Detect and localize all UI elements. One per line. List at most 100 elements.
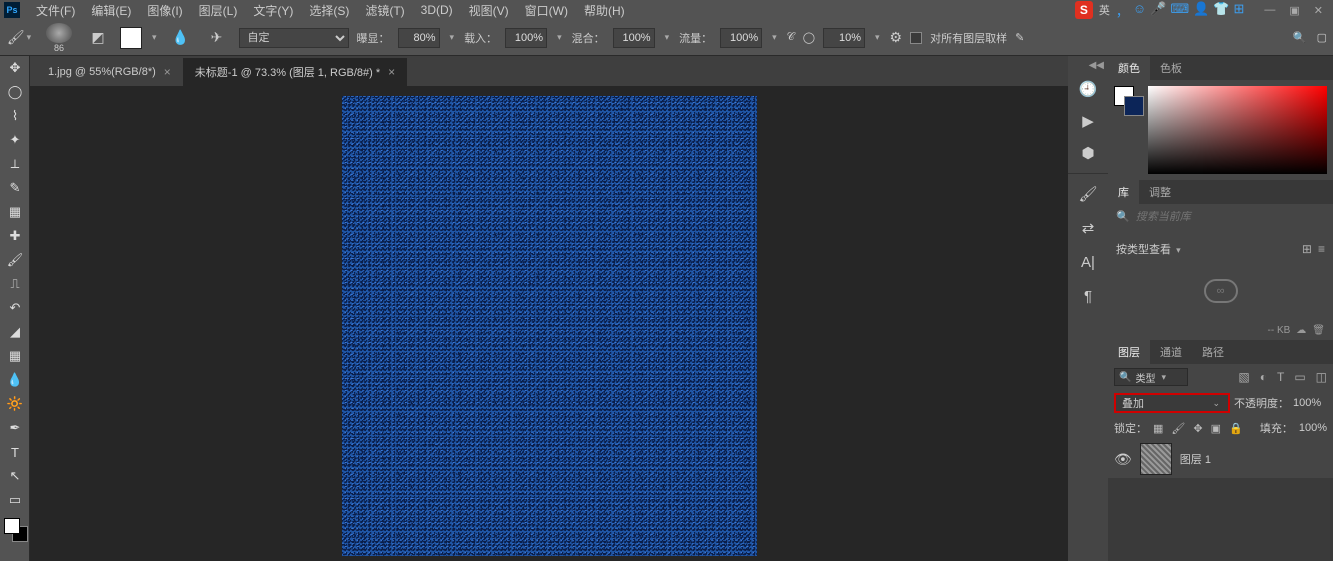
shape-tool[interactable]: ▭ (0, 488, 30, 512)
fg-bg-swatches[interactable] (0, 516, 30, 544)
canvas-viewport[interactable] (30, 86, 1068, 561)
pen-tool[interactable]: ✒ (0, 416, 30, 440)
gradient-tool[interactable]: ▦ (0, 344, 30, 368)
lock-all-icon[interactable]: 🔒 (1229, 422, 1243, 435)
history-panel-icon[interactable]: 🕘 (1073, 75, 1103, 103)
preset-select[interactable]: 自定 (239, 28, 349, 48)
magic-wand-tool[interactable]: ✦ (0, 128, 30, 152)
tablet-pressure-icon[interactable]: ◯ (803, 31, 815, 44)
tab-layers[interactable]: 图层 (1108, 340, 1150, 364)
canvas[interactable] (342, 96, 757, 556)
foreground-color[interactable] (4, 518, 20, 534)
gear-icon[interactable]: ⚙ (890, 29, 903, 46)
lock-brush-icon[interactable]: 🖌 (1171, 422, 1185, 435)
close-icon[interactable]: × (164, 65, 171, 79)
lock-position-icon[interactable]: ✥ (1193, 422, 1202, 435)
minimize-button[interactable]: — (1264, 4, 1275, 17)
crop-tool[interactable]: ⟂ (0, 152, 30, 176)
brushes-panel-icon[interactable]: 🖌 (1073, 180, 1103, 208)
ime-keyboard-icon[interactable]: ⌨ (1170, 1, 1189, 20)
tab-swatches[interactable]: 色板 (1150, 56, 1192, 80)
menu-3d[interactable]: 3D(D) (413, 3, 461, 17)
brush-tool[interactable]: 🖌 (0, 248, 30, 272)
blur-tool[interactable]: 💧 (0, 368, 30, 392)
layer-name[interactable]: 图层 1 (1180, 451, 1211, 467)
menu-image[interactable]: 图像(I) (139, 2, 190, 19)
eraser-tool[interactable]: ◢ (0, 320, 30, 344)
menu-layer[interactable]: 图层(L) (191, 2, 246, 19)
exposure-input[interactable] (398, 28, 440, 48)
filter-pixel-icon[interactable]: ▧ (1238, 370, 1249, 384)
frame-tool[interactable]: ▦ (0, 200, 30, 224)
spot-heal-tool[interactable]: ✚ (0, 224, 30, 248)
grid-view-icon[interactable]: ⊞ (1302, 242, 1312, 256)
color-field[interactable] (1148, 86, 1327, 174)
tab-color[interactable]: 颜色 (1108, 56, 1150, 80)
layer-thumbnail[interactable] (1140, 443, 1172, 475)
airbrush-icon[interactable]: 𝒞 (787, 31, 795, 44)
menu-file[interactable]: 文件(F) (28, 2, 83, 19)
layer-row[interactable]: 👁 图层 1 (1108, 440, 1333, 478)
color-bg[interactable] (1124, 96, 1144, 116)
filter-smart-icon[interactable]: ◫ (1316, 370, 1327, 384)
move-tool[interactable]: ✥ (0, 56, 30, 80)
wet-brush-icon[interactable]: 💧 (167, 24, 195, 52)
eyedropper-tool[interactable]: ✎ (0, 176, 30, 200)
tab-adjustments[interactable]: 调整 (1139, 180, 1181, 204)
smoothing-input[interactable] (823, 28, 865, 48)
frame-icon[interactable]: ▢ (1317, 31, 1327, 44)
close-icon[interactable]: × (388, 65, 395, 79)
ime-grid-icon[interactable]: ⊞ (1233, 1, 1244, 20)
tablet-size-icon[interactable]: ✎ (1015, 31, 1024, 44)
brush-preset-picker[interactable]: 86 (42, 23, 76, 53)
brush-settings-icon[interactable]: ⇄ (1073, 214, 1103, 242)
sample-all-checkbox[interactable] (910, 32, 922, 44)
ime-smile-icon[interactable]: ☺ (1133, 1, 1146, 20)
flow-input[interactable] (720, 28, 762, 48)
doc-tab-2[interactable]: 未标题-1 @ 73.3% (图层 1, RGB/8#) * × (183, 58, 407, 86)
lock-artboard-icon[interactable]: ▣ (1211, 422, 1221, 435)
marquee-tool[interactable]: ◯ (0, 80, 30, 104)
character-panel-icon[interactable]: A| (1073, 248, 1103, 276)
filter-type-icon[interactable]: T (1277, 370, 1284, 384)
play-panel-icon[interactable]: ▶ (1073, 107, 1103, 135)
clone-stamp-tool[interactable]: ⎍ (0, 272, 30, 296)
load-input[interactable] (505, 28, 547, 48)
menu-select[interactable]: 选择(S) (301, 2, 357, 19)
ime-mic-icon[interactable]: 🎤 (1150, 1, 1166, 20)
maximize-button[interactable]: ▣ (1289, 4, 1299, 17)
path-select-tool[interactable]: ↖ (0, 464, 30, 488)
color-fg-bg[interactable] (1114, 86, 1142, 114)
ime-sogou-icon[interactable]: S (1075, 1, 1093, 19)
visibility-toggle[interactable]: 👁 (1114, 451, 1132, 468)
history-brush-tool[interactable]: ↶ (0, 296, 30, 320)
filter-adjust-icon[interactable]: ◐ (1260, 370, 1267, 384)
type-tool[interactable]: T (0, 440, 30, 464)
filter-shape-icon[interactable]: ▭ (1294, 370, 1305, 384)
menu-view[interactable]: 视图(V) (461, 2, 517, 19)
ime-user-icon[interactable]: 👤 (1193, 1, 1209, 20)
brush-panel-toggle[interactable]: ◩ (84, 24, 112, 52)
cloud-icon[interactable]: ☁ (1296, 325, 1306, 336)
blend-input[interactable] (613, 28, 655, 48)
tab-paths[interactable]: 路径 (1192, 340, 1234, 364)
ime-shirt-icon[interactable]: 👕 (1213, 1, 1229, 20)
library-search-input[interactable] (1136, 211, 1325, 223)
current-tool-icon[interactable]: 🖌▾ (6, 24, 34, 52)
lock-pixels-icon[interactable]: ▦ (1153, 422, 1163, 435)
list-view-icon[interactable]: ≡ (1318, 242, 1325, 256)
blend-mode-select[interactable]: 叠加 ⌄ (1114, 393, 1230, 413)
menu-edit[interactable]: 编辑(E) (83, 2, 139, 19)
chevron-down-icon[interactable]: ▾ (150, 32, 159, 43)
opacity-value[interactable]: 100% (1293, 397, 1321, 409)
menu-window[interactable]: 窗口(W) (517, 2, 576, 19)
lasso-tool[interactable]: ⌇ (0, 104, 30, 128)
trash-icon[interactable]: 🗑 (1312, 325, 1325, 336)
doc-tab-1[interactable]: 1.jpg @ 55%(RGB/8*) × (36, 58, 183, 86)
menu-help[interactable]: 帮助(H) (576, 2, 633, 19)
search-icon[interactable]: 🔍 (1293, 31, 1307, 44)
fill-value[interactable]: 100% (1299, 422, 1327, 434)
tab-channels[interactable]: 通道 (1150, 340, 1192, 364)
layer-filter-select[interactable]: 🔍 类型 ▾ (1114, 368, 1188, 386)
ime-punct-icon[interactable]: ， (1116, 1, 1129, 20)
